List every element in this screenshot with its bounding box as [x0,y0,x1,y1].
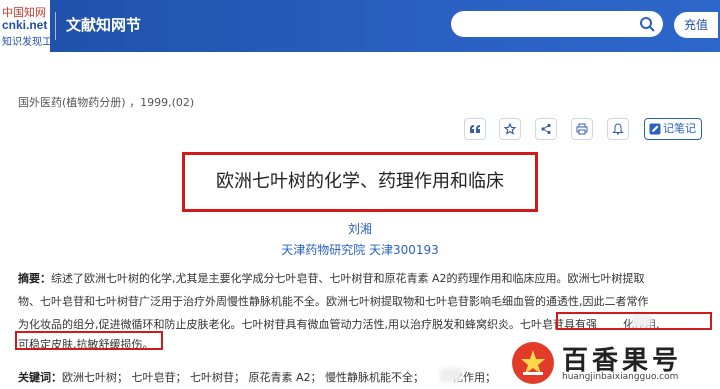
header-spacer [0,52,720,82]
header-divider [55,12,56,40]
article-title: 欧洲七叶树的化学、药理作用和临床 [216,171,504,192]
favorite-icon[interactable] [499,118,521,140]
site-title[interactable]: 文献知网节 [66,14,141,35]
top-header: 中国知网 cnki.net 知识发现工程 文献知网节 充值 [0,0,720,52]
keywords-label: 关键词： [18,371,62,384]
cnki-logo[interactable]: 中国知网 cnki.net 知识发现工程 [0,0,50,52]
share-icon[interactable] [535,118,557,140]
page-root: 中国知网 cnki.net 知识发现工程 文献知网节 充值 国外医药(植物药分册… [0,0,720,389]
highlight-box-2 [15,331,163,350]
recharge-button[interactable]: 充值 [674,12,718,38]
abstract-text-1: 综述了欧洲七叶树的化学,尤其是主要化学成分七叶皂苷、七叶树苷和原花青素 A2的药… [51,272,645,285]
search-icon[interactable] [639,16,655,32]
keywords-line: 关键词：欧洲七叶树； 七叶皂苷； 七叶树苷； 原花青素 A2； 慢性静脉机能不全… [18,369,496,385]
watermark-logo [512,342,554,384]
watermark-overlay: 百香果号 huangjinbaixiangguo.com [508,338,720,389]
take-notes-button[interactable]: 记笔记 [644,118,702,140]
highlight-box-1 [556,312,712,330]
abstract-text-3: 为化妆品的组分,促进微循环和防止皮肤老化。七叶树苷具有微血管动力活性,用以治疗脱… [18,318,597,331]
title-highlight-box: 欧洲七叶树的化学、药理作用和临床 [182,152,538,212]
logo-line-3: 知识发现工程 [2,37,50,48]
watermark-url: huangjinbaixiangguo.com [562,372,679,382]
quote-icon[interactable] [464,118,486,140]
affiliation-link[interactable]: 天津药物研究院 天津300193 [0,241,720,258]
bell-icon[interactable] [607,118,629,140]
blurred-keyword [440,368,462,382]
abstract-line-1: 摘要：综述了欧洲七叶树的化学,尤其是主要化学成分七叶皂苷、七叶树苷和原花青素 A… [18,270,645,286]
search-input[interactable] [451,11,663,37]
logo-line-2: cnki.net [2,18,48,32]
abstract-line-2: 物、七叶皂苷和七叶树苷广泛用于治疗外周慢性静脉机能不全。欧洲七叶树提取物和七叶皂… [18,295,649,308]
print-icon[interactable] [571,118,593,140]
author-link[interactable]: 刘湘 [0,220,720,237]
edit-icon [649,123,661,135]
journal-source-link[interactable]: 国外医药(植物药分册) ，1999,(02) [18,94,194,110]
take-notes-label: 记笔记 [663,122,696,135]
keywords-items[interactable]: 欧洲七叶树； 七叶皂苷； 七叶树苷； 原花青素 A2； 慢性静脉机能不全； [62,371,424,384]
abstract-label: 摘要： [18,272,51,285]
